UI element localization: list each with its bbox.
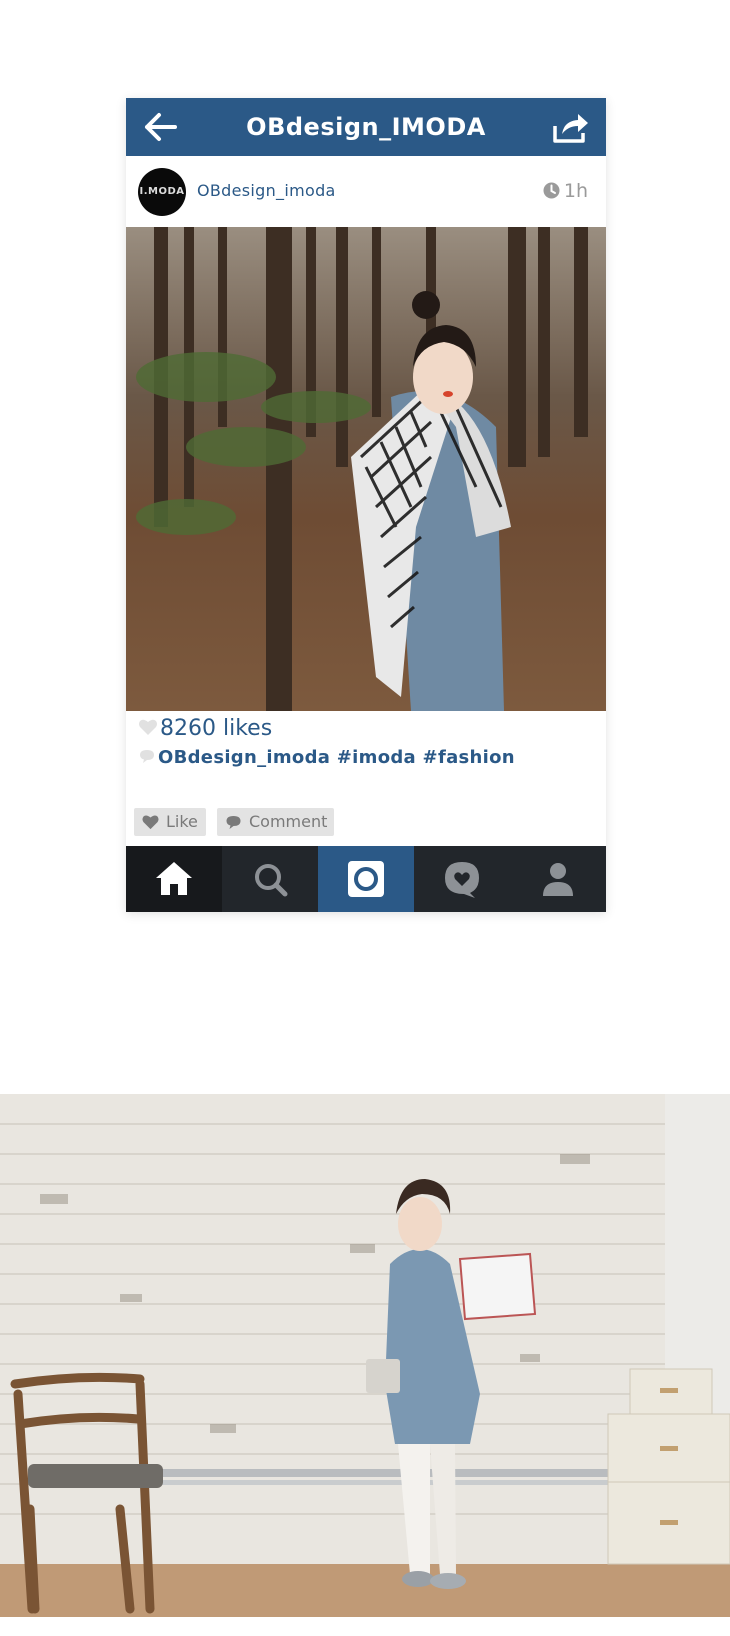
likes-text: 8260 likes: [160, 716, 273, 741]
tab-search[interactable]: [222, 846, 318, 912]
heart-icon: [142, 815, 159, 830]
post-card: OBdesign_IMODA I.MODA OBdesign_imoda 1h: [126, 98, 606, 912]
forest-photo: [126, 227, 606, 711]
page-title: OBdesign_IMODA: [246, 113, 486, 141]
activity-icon: [445, 862, 479, 898]
heart-icon: [139, 719, 157, 735]
comment-bubble-icon: [140, 750, 154, 763]
search-icon: [255, 864, 288, 897]
bottom-tab-bar: [126, 846, 606, 912]
username-link[interactable]: OBdesign_imoda: [197, 156, 336, 226]
post-time: 1h: [543, 156, 588, 226]
comment-label: Comment: [249, 812, 328, 831]
comment-button[interactable]: Comment: [217, 808, 334, 836]
like-button[interactable]: Like: [134, 808, 206, 836]
lifestyle-photo: [0, 1094, 730, 1617]
tab-camera[interactable]: [318, 846, 414, 912]
tab-profile[interactable]: [510, 846, 606, 912]
post-photo[interactable]: [126, 227, 606, 711]
arrow-left-icon[interactable]: [142, 110, 178, 144]
comment-bubble-icon: [226, 816, 241, 829]
brick-wall-photo: [0, 1094, 730, 1617]
tab-activity[interactable]: [414, 846, 510, 912]
tab-home[interactable]: [126, 846, 222, 912]
like-label: Like: [166, 812, 198, 831]
home-icon: [156, 862, 192, 895]
avatar[interactable]: I.MODA: [138, 168, 186, 216]
likes-count: 8260 likes: [138, 714, 272, 744]
clock-icon: [543, 182, 560, 199]
post-header: I.MODA OBdesign_imoda 1h: [126, 156, 606, 226]
title-bar: OBdesign_IMODA: [126, 98, 606, 156]
camera-icon: [348, 861, 384, 897]
caption-text[interactable]: OBdesign_imoda #imoda #fashion: [158, 747, 515, 768]
time-ago-text: 1h: [563, 180, 588, 202]
post-caption: OBdesign_imoda #imoda #fashion: [138, 743, 515, 773]
share-icon[interactable]: [550, 109, 590, 145]
profile-icon: [543, 863, 573, 896]
